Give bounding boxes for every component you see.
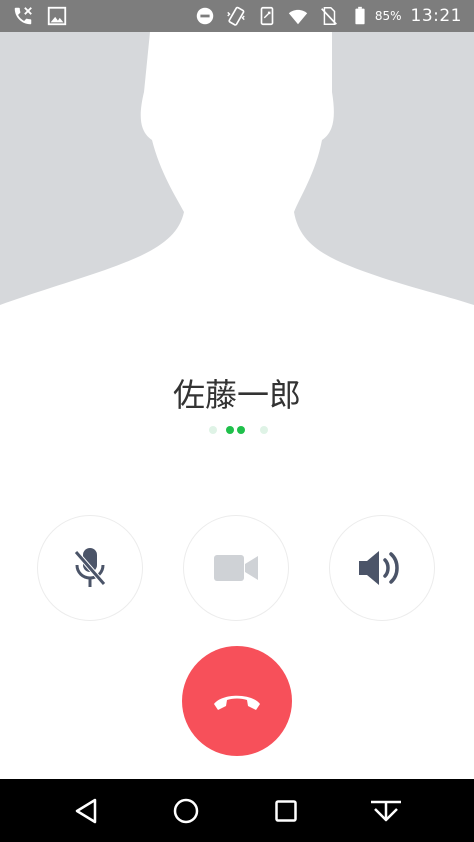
microphone-off-icon (74, 548, 106, 587)
vibrate-icon (225, 5, 247, 27)
image-icon (46, 5, 68, 27)
battery-percent: 85% (374, 9, 402, 23)
speaker-icon (359, 551, 399, 585)
mute-button[interactable] (37, 515, 143, 621)
calling-dot (209, 426, 217, 434)
video-button[interactable] (183, 515, 289, 621)
back-button[interactable] (68, 793, 104, 829)
do-not-disturb-icon (194, 5, 216, 27)
calling-dot (237, 426, 245, 434)
video-camera-icon (214, 555, 258, 581)
home-button[interactable] (168, 793, 204, 829)
home-icon (173, 798, 199, 824)
calling-dot (260, 426, 268, 434)
calling-dot (226, 426, 234, 434)
end-call-button[interactable] (182, 646, 292, 756)
back-icon (75, 798, 97, 824)
notification-pull-button[interactable] (368, 793, 404, 829)
notification-pull-icon (371, 800, 401, 822)
status-bar: 85% 13:21 (0, 0, 474, 32)
battery-icon (349, 5, 371, 27)
recents-icon (275, 800, 297, 822)
clock: 13:21 (410, 6, 462, 26)
caller-name: 佐藤一郎 (172, 376, 301, 414)
navigation-bar (0, 779, 474, 842)
wifi-icon (287, 5, 309, 27)
caller-avatar (0, 32, 474, 305)
recents-button[interactable] (268, 793, 304, 829)
phone-missed-call-icon (12, 5, 34, 27)
screen-rotate-icon (256, 5, 278, 27)
hang-up-icon (214, 695, 260, 710)
no-sim-icon (318, 5, 340, 27)
speaker-button[interactable] (329, 515, 435, 621)
calling-indicator (207, 424, 271, 436)
